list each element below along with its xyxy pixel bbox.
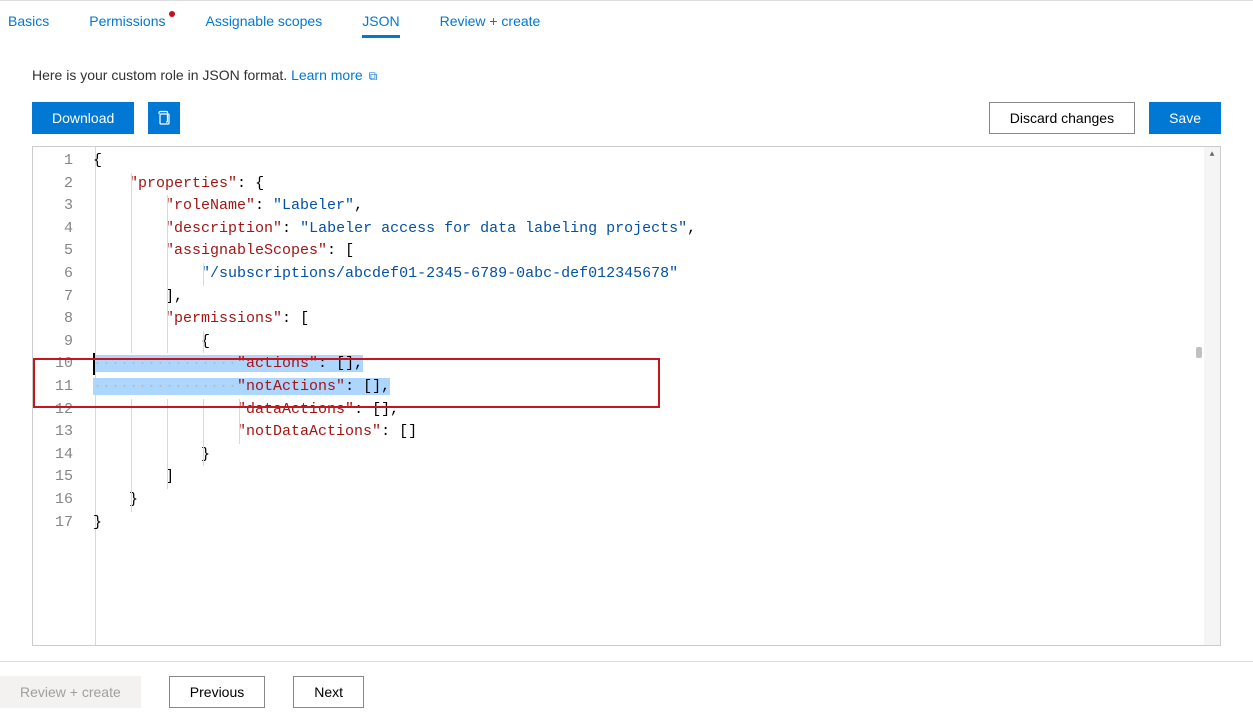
code-line: { <box>93 150 1220 173</box>
external-link-icon: ⧉ <box>369 69 378 83</box>
minimap-marker[interactable] <box>1196 347 1202 358</box>
code-line: "properties": { <box>93 173 1220 196</box>
copy-icon <box>156 110 172 126</box>
code-line: "permissions": [ <box>93 308 1220 331</box>
code-line: "description": "Labeler access for data … <box>93 218 1220 241</box>
scroll-up-icon[interactable]: ▲ <box>1204 147 1220 161</box>
tab-bar: Basics Permissions Assignable scopes JSO… <box>0 1 1253 49</box>
line-number: 4 <box>33 218 73 241</box>
line-number-gutter: 1 2 3 4 5 6 7 8 9 10 11 12 13 14 15 16 1… <box>33 147 93 645</box>
tab-permissions-label: Permissions <box>89 13 165 29</box>
save-button[interactable]: Save <box>1149 102 1221 134</box>
tab-json[interactable]: JSON <box>362 13 399 38</box>
wizard-footer: Review + create Previous Next <box>0 661 1253 722</box>
vertical-scrollbar[interactable]: ▲ <box>1204 147 1220 645</box>
line-number: 13 <box>33 421 73 444</box>
code-line: } <box>93 444 1220 467</box>
code-line: "notDataActions": [] <box>93 421 1220 444</box>
code-line: { <box>93 331 1220 354</box>
code-line: ], <box>93 286 1220 309</box>
code-line: ] <box>93 466 1220 489</box>
tab-permissions[interactable]: Permissions <box>89 13 165 38</box>
code-line: ················"actions": [], <box>93 353 1220 376</box>
line-number: 5 <box>33 240 73 263</box>
code-line: "roleName": "Labeler", <box>93 195 1220 218</box>
line-number: 14 <box>33 444 73 467</box>
next-button[interactable]: Next <box>293 676 364 708</box>
subheading-text: Here is your custom role in JSON format. <box>32 67 291 83</box>
download-button[interactable]: Download <box>32 102 134 134</box>
line-number: 7 <box>33 286 73 309</box>
line-number: 8 <box>33 308 73 331</box>
line-number: 6 <box>33 263 73 286</box>
line-number: 3 <box>33 195 73 218</box>
editor-cursor <box>93 353 95 375</box>
line-number: 9 <box>33 331 73 354</box>
line-number: 10 <box>33 353 73 376</box>
line-number: 1 <box>33 150 73 173</box>
learn-more-link[interactable]: Learn more ⧉ <box>291 67 377 83</box>
tab-assignable-scopes[interactable]: Assignable scopes <box>205 13 322 38</box>
tab-permissions-badge-icon <box>169 11 175 17</box>
code-line: "assignableScopes": [ <box>93 240 1220 263</box>
code-line: } <box>93 489 1220 512</box>
code-content[interactable]: { "properties": { "roleName": "Labeler",… <box>93 147 1220 645</box>
line-number: 16 <box>33 489 73 512</box>
discard-changes-button[interactable]: Discard changes <box>989 102 1135 134</box>
line-number: 17 <box>33 512 73 535</box>
learn-more-label: Learn more <box>291 67 363 83</box>
tab-review-create[interactable]: Review + create <box>440 13 541 38</box>
copy-button[interactable] <box>148 102 180 134</box>
json-editor[interactable]: 1 2 3 4 5 6 7 8 9 10 11 12 13 14 15 16 1… <box>32 146 1221 646</box>
code-line: "/subscriptions/abcdef01-2345-6789-0abc-… <box>93 263 1220 286</box>
code-line: } <box>93 512 1220 535</box>
line-number: 12 <box>33 399 73 422</box>
code-line: "dataActions": [], <box>93 399 1220 422</box>
subheading: Here is your custom role in JSON format.… <box>0 49 1253 102</box>
line-number: 15 <box>33 466 73 489</box>
review-create-button[interactable]: Review + create <box>0 676 141 708</box>
line-number: 2 <box>33 173 73 196</box>
previous-button[interactable]: Previous <box>169 676 265 708</box>
tab-basics[interactable]: Basics <box>8 13 49 38</box>
code-line: ················"notActions": [], <box>93 376 1220 399</box>
toolbar: Download Discard changes Save <box>0 102 1253 146</box>
line-number: 11 <box>33 376 73 399</box>
